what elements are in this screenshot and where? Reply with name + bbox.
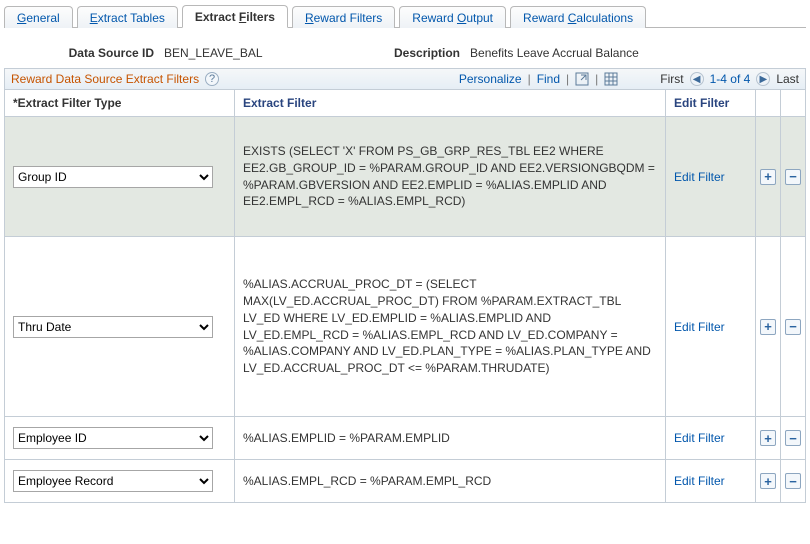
extract-filter-expression: EXISTS (SELECT 'X' FROM PS_GB_GRP_RES_TB… bbox=[243, 143, 657, 210]
separator: | bbox=[566, 72, 569, 86]
section-bar: Reward Data Source Extract Filters ? Per… bbox=[4, 68, 806, 90]
page-header: Data Source ID BEN_LEAVE_BAL Description… bbox=[4, 46, 806, 60]
col-delete bbox=[781, 90, 806, 117]
extract-filter-expression: %ALIAS.EMPLID = %PARAM.EMPLID bbox=[243, 430, 657, 447]
edit-filter-link[interactable]: Edit Filter bbox=[674, 474, 725, 488]
table-row: Group IDThru DateEmployee IDEmployee Rec… bbox=[5, 117, 806, 237]
table-row: Group IDThru DateEmployee IDEmployee Rec… bbox=[5, 460, 806, 503]
tab-reward-output[interactable]: Reward Output bbox=[399, 6, 506, 28]
extract-filter-type-select[interactable]: Group IDThru DateEmployee IDEmployee Rec… bbox=[13, 316, 213, 338]
section-title-text: Reward Data Source Extract Filters bbox=[11, 72, 199, 86]
find-link[interactable]: Find bbox=[537, 72, 560, 86]
separator: | bbox=[595, 72, 598, 86]
edit-filter-link[interactable]: Edit Filter bbox=[674, 320, 725, 334]
personalize-link[interactable]: Personalize bbox=[459, 72, 522, 86]
tab-general[interactable]: General bbox=[4, 6, 73, 28]
extract-filters-grid: *Extract Filter Type Extract Filter Edit… bbox=[4, 90, 806, 503]
help-icon[interactable]: ? bbox=[205, 72, 219, 86]
grid-icon[interactable] bbox=[604, 72, 618, 86]
nav-next-icon[interactable]: ▶ bbox=[756, 72, 770, 86]
table-row: Group IDThru DateEmployee IDEmployee Rec… bbox=[5, 417, 806, 460]
tab-reward-filters[interactable]: Reward Filters bbox=[292, 6, 395, 28]
tab-extract-filters[interactable]: Extract Filters bbox=[182, 5, 288, 28]
col-add bbox=[756, 90, 781, 117]
edit-filter-link[interactable]: Edit Filter bbox=[674, 170, 725, 184]
delete-row-icon[interactable]: − bbox=[785, 169, 801, 185]
separator: | bbox=[528, 72, 531, 86]
nav-last-label: Last bbox=[776, 72, 799, 86]
col-extract-filter[interactable]: Extract Filter bbox=[235, 90, 666, 117]
edit-filter-link[interactable]: Edit Filter bbox=[674, 431, 725, 445]
tab-extract-tables[interactable]: Extract Tables bbox=[77, 6, 178, 28]
nav-range[interactable]: 1-4 of 4 bbox=[710, 72, 751, 86]
add-row-icon[interactable]: + bbox=[760, 319, 776, 335]
zoom-icon[interactable] bbox=[575, 72, 589, 86]
nav-first-label: First bbox=[660, 72, 683, 86]
col-extract-filter-type[interactable]: *Extract Filter Type bbox=[5, 90, 235, 117]
extract-filter-type-select[interactable]: Group IDThru DateEmployee IDEmployee Rec… bbox=[13, 427, 213, 449]
delete-row-icon[interactable]: − bbox=[785, 473, 801, 489]
extract-filter-type-select[interactable]: Group IDThru DateEmployee IDEmployee Rec… bbox=[13, 470, 213, 492]
extract-filter-expression: %ALIAS.EMPL_RCD = %PARAM.EMPL_RCD bbox=[243, 473, 657, 490]
add-row-icon[interactable]: + bbox=[760, 169, 776, 185]
data-source-id-label: Data Source ID bbox=[4, 46, 154, 60]
add-row-icon[interactable]: + bbox=[760, 473, 776, 489]
extract-filter-type-select[interactable]: Group IDThru DateEmployee IDEmployee Rec… bbox=[13, 166, 213, 188]
section-title: Reward Data Source Extract Filters ? bbox=[11, 72, 219, 86]
extract-filter-expression: %ALIAS.ACCRUAL_PROC_DT = (SELECT MAX(LV_… bbox=[243, 276, 657, 377]
nav-prev-icon[interactable]: ◀ bbox=[690, 72, 704, 86]
tab-bar: GeneralExtract TablesExtract FiltersRewa… bbox=[4, 4, 806, 28]
delete-row-icon[interactable]: − bbox=[785, 319, 801, 335]
table-row: Group IDThru DateEmployee IDEmployee Rec… bbox=[5, 237, 806, 417]
delete-row-icon[interactable]: − bbox=[785, 430, 801, 446]
col-edit-filter[interactable]: Edit Filter bbox=[666, 90, 756, 117]
add-row-icon[interactable]: + bbox=[760, 430, 776, 446]
description-label: Description bbox=[394, 46, 460, 60]
data-source-id-value: BEN_LEAVE_BAL bbox=[164, 46, 364, 60]
section-toolbar: Personalize | Find | | First ◀ 1-4 of 4 … bbox=[459, 72, 799, 86]
description-value: Benefits Leave Accrual Balance bbox=[470, 46, 639, 60]
tab-reward-calculations[interactable]: Reward Calculations bbox=[510, 6, 646, 28]
